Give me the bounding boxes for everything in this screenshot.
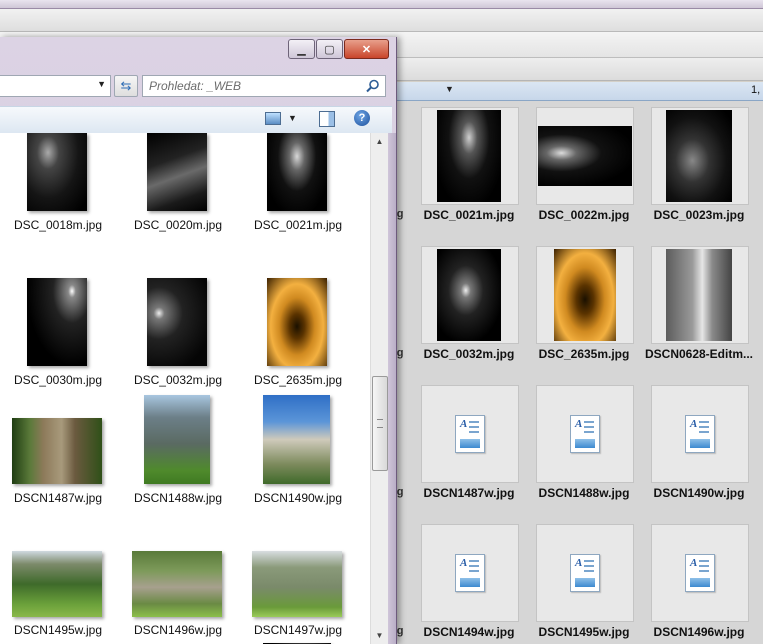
file-name[interactable]: DSC_0032m.jpg [409, 347, 529, 361]
file-name[interactable]: DSC_0023m.jpg [639, 208, 759, 222]
file-thumbnail[interactable]: A [421, 385, 519, 483]
file-name[interactable]: DSC_0020m.jpg [118, 218, 238, 232]
file-thumbnail[interactable] [12, 418, 102, 484]
window-frame-edge [388, 133, 396, 644]
address-row: ▼ ⇆ Prohledat: _WEB [0, 74, 392, 100]
file-thumbnail[interactable] [147, 278, 207, 366]
explorer-window: ▁ ▢ ✕ ▼ ⇆ Prohledat: _WEB ▼ ? DSC_0018m.… [0, 37, 397, 644]
minimize-button[interactable]: ▁ [288, 39, 315, 59]
chevron-down-icon[interactable]: ▼ [97, 79, 106, 89]
file-name[interactable]: DSCN1487w.jpg [409, 486, 529, 500]
search-icon[interactable] [365, 78, 381, 94]
background-title-bar [0, 0, 763, 9]
file-thumbnail[interactable]: A [536, 385, 634, 483]
file-name[interactable]: DSC_2635m.jpg [238, 373, 358, 387]
file-name[interactable]: DSC_0030m.jpg [0, 373, 118, 387]
file-name[interactable]: DSCN1497w.jpg [238, 623, 358, 637]
file-name[interactable]: DSCN1494w.jpg [409, 625, 529, 639]
file-thumbnail[interactable] [267, 133, 327, 211]
file-thumbnail[interactable] [27, 133, 87, 211]
file-name[interactable]: DSCN1496w.jpg [639, 625, 759, 639]
file-name[interactable]: DSCN1495w.jpg [0, 623, 118, 637]
file-thumbnail[interactable] [651, 107, 749, 205]
file-name[interactable]: DSCN1487w.jpg [0, 491, 118, 505]
file-name[interactable]: DSC_2635m.jpg [524, 347, 644, 361]
file-thumbnail[interactable]: A [536, 524, 634, 622]
file-thumbnail[interactable]: A [421, 524, 519, 622]
file-name[interactable]: DSC_0032m.jpg [118, 373, 238, 387]
maximize-icon: ▢ [324, 43, 335, 56]
file-thumbnail[interactable] [536, 246, 634, 344]
file-name[interactable]: DSC_0021m.jpg [238, 218, 358, 232]
file-name[interactable]: DSCN0628-Editm... [639, 347, 759, 361]
window-controls: ▁ ▢ ✕ [287, 39, 389, 59]
file-name[interactable]: DSCN1495w.jpg [524, 625, 644, 639]
file-name[interactable]: DSC_0021m.jpg [409, 208, 529, 222]
document-icon: A [570, 554, 600, 592]
file-name[interactable]: DSCN1490w.jpg [238, 491, 358, 505]
file-name[interactable]: DSCN1496w.jpg [118, 623, 238, 637]
chevron-down-icon[interactable]: ▼ [288, 113, 297, 123]
scroll-up-button[interactable]: ▲ [371, 133, 388, 150]
file-thumbnail[interactable] [263, 395, 330, 484]
file-thumbnail[interactable] [144, 395, 210, 484]
chevron-down-icon[interactable]: ▼ [445, 84, 454, 94]
file-grid: DSC_0018m.jpg DSC_0020m.jpg DSC_0021m.jp… [0, 133, 370, 644]
file-thumbnail[interactable] [421, 107, 519, 205]
file-thumbnail[interactable] [27, 278, 87, 366]
column-header-number: 1, [751, 84, 761, 96]
file-thumbnail[interactable]: A [651, 524, 749, 622]
close-icon: ✕ [361, 43, 372, 56]
views-icon[interactable] [265, 112, 281, 125]
minimize-icon: ▁ [297, 43, 306, 56]
preview-pane-icon[interactable] [319, 111, 335, 127]
file-name[interactable]: DSCN1488w.jpg [524, 486, 644, 500]
vertical-scrollbar[interactable]: ▲ ▼ [370, 133, 388, 644]
file-thumbnail[interactable]: A [651, 385, 749, 483]
scroll-down-button[interactable]: ▼ [371, 627, 388, 644]
file-thumbnail[interactable] [147, 133, 207, 211]
file-thumbnail[interactable] [421, 246, 519, 344]
file-name[interactable]: DSC_0018m.jpg [0, 218, 118, 232]
refresh-icon: ⇆ [120, 78, 132, 93]
grip-icon [377, 419, 383, 428]
maximize-button[interactable]: ▢ [316, 39, 343, 59]
document-icon: A [455, 415, 485, 453]
file-thumbnail[interactable] [536, 107, 634, 205]
document-icon: A [570, 415, 600, 453]
file-thumbnail[interactable] [267, 278, 327, 366]
document-icon: A [685, 554, 715, 592]
scrollbar-thumb[interactable] [372, 376, 388, 471]
search-box[interactable]: Prohledat: _WEB [142, 75, 386, 97]
file-name[interactable]: DSC_0022m.jpg [524, 208, 644, 222]
command-bar: ▼ ? [0, 106, 392, 134]
file-name[interactable]: DSCN1490w.jpg [639, 486, 759, 500]
file-thumbnail[interactable] [651, 246, 749, 344]
close-button[interactable]: ✕ [344, 39, 389, 59]
address-bar[interactable]: ▼ [0, 75, 111, 97]
file-thumbnail[interactable] [132, 551, 222, 617]
document-icon: A [685, 415, 715, 453]
document-icon: A [455, 554, 485, 592]
search-input[interactable]: Prohledat: _WEB [149, 79, 241, 93]
file-thumbnail[interactable] [252, 551, 342, 617]
refresh-button[interactable]: ⇆ [114, 75, 138, 97]
help-icon[interactable]: ? [354, 110, 370, 126]
background-menu-bar [0, 9, 763, 32]
file-name[interactable]: DSCN1488w.jpg [118, 491, 238, 505]
file-thumbnail[interactable] [12, 551, 102, 617]
